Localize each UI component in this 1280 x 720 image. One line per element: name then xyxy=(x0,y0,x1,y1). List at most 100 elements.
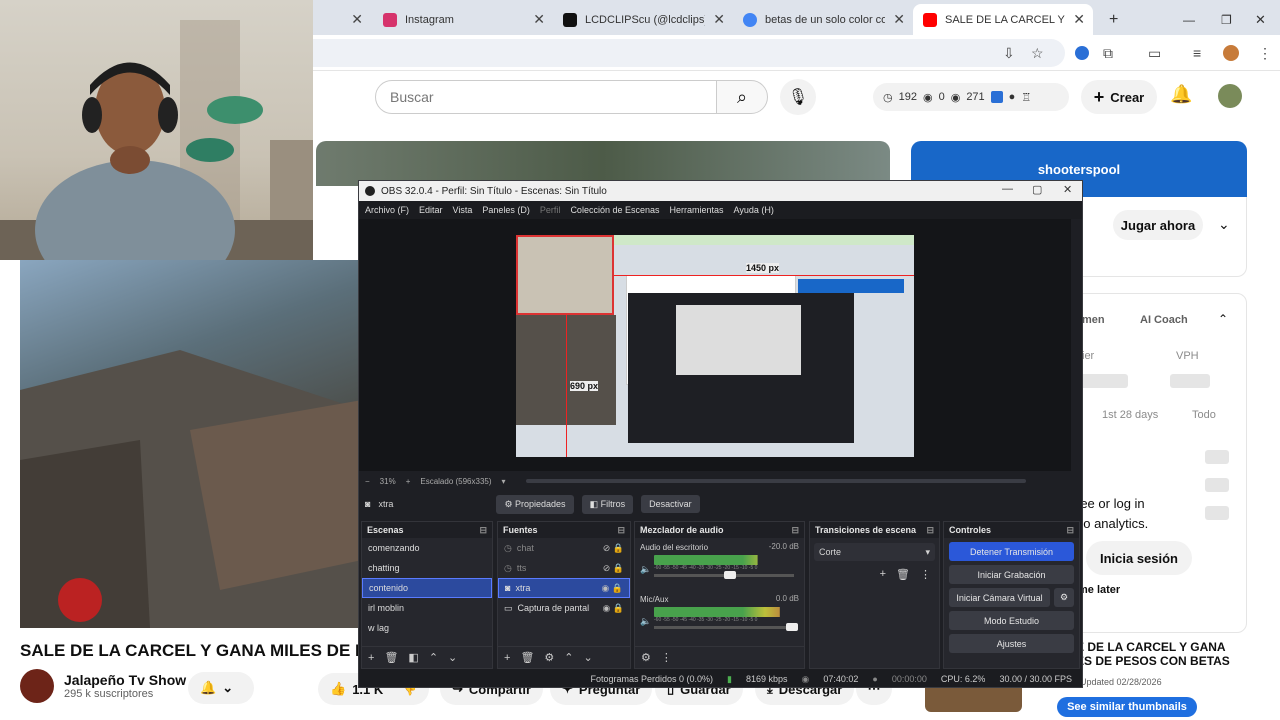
tab-instagram[interactable]: Instagram ✕ xyxy=(373,4,553,35)
gear-icon[interactable]: ⚙ xyxy=(1054,588,1074,607)
scene-item[interactable]: irl moblin xyxy=(362,598,492,618)
chevron-down-icon[interactable]: ▾ xyxy=(502,477,506,486)
channel-avatar[interactable] xyxy=(20,669,54,703)
more-icon[interactable]: ⋮ xyxy=(920,568,931,581)
create-button[interactable]: + Crear xyxy=(1081,80,1157,114)
transition-select[interactable]: Corte ▾ xyxy=(814,543,935,561)
menu-archivo[interactable]: Archivo (F) xyxy=(365,205,409,215)
maximize-icon[interactable]: ▢ xyxy=(1032,183,1042,196)
properties-button[interactable]: ⚙ Propiedades xyxy=(496,494,574,514)
close-tab-icon[interactable]: ✕ xyxy=(351,11,363,28)
tab-google[interactable]: betas de un solo color con ✕ xyxy=(733,4,913,35)
close-tab-icon[interactable]: ✕ xyxy=(893,11,905,28)
menu-paneles[interactable]: Paneles (D) xyxy=(482,205,530,215)
extension-icon[interactable] xyxy=(1075,46,1089,60)
bookmark-star-icon[interactable]: ☆ xyxy=(1031,45,1044,62)
close-tab-icon[interactable]: ✕ xyxy=(533,11,545,28)
later-link[interactable]: me later xyxy=(1078,584,1120,596)
login-button[interactable]: Inicia sesión xyxy=(1086,541,1192,575)
media-icon[interactable]: ≡ xyxy=(1193,45,1201,61)
obs-preview[interactable]: 1450 px 690 px xyxy=(359,219,1071,471)
period-label[interactable]: Todo xyxy=(1192,409,1216,421)
visible-lock-icon[interactable]: ◉ 🔒 xyxy=(602,603,624,614)
trash-icon[interactable]: 🗑 xyxy=(384,651,398,664)
up-icon[interactable]: ⌃ xyxy=(564,651,573,664)
search-input[interactable]: Buscar xyxy=(375,80,717,114)
omnibox[interactable] xyxy=(313,39,1065,67)
tab-previous[interactable]: ✕ xyxy=(313,4,371,35)
close-tab-icon[interactable]: ✕ xyxy=(1073,11,1085,28)
source-item-selected[interactable]: ◙ xtra ◉ 🔒 xyxy=(498,578,630,598)
scene-item[interactable]: chatting xyxy=(362,558,492,578)
panel-tab[interactable]: men xyxy=(1082,314,1105,326)
ai-coach-tab[interactable]: AI Coach xyxy=(1140,314,1188,326)
menu-coleccion[interactable]: Colección de Escenas xyxy=(570,205,659,215)
source-item[interactable]: ◷ tts ⊘ 🔒 xyxy=(498,558,630,578)
avatar[interactable] xyxy=(1218,84,1242,108)
menu-herramientas[interactable]: Herramientas xyxy=(670,205,724,215)
tab-tiktok[interactable]: LCDCLIPScu (@lcdclips) | TikTok ✕ xyxy=(553,4,733,35)
close-icon[interactable]: ✕ xyxy=(1063,183,1072,196)
chevron-up-icon[interactable]: ⌃ xyxy=(1218,312,1228,326)
minimize-icon[interactable]: — xyxy=(1002,183,1013,195)
down-icon[interactable]: ⌄ xyxy=(584,651,593,664)
slider-handle[interactable] xyxy=(786,623,798,631)
filters-button[interactable]: ◧ Filtros xyxy=(581,494,634,514)
maximize-icon[interactable]: ❐ xyxy=(1211,4,1242,35)
start-recording-button[interactable]: Iniciar Grabación xyxy=(949,565,1074,584)
rec-title[interactable]: E DE LA CARCEL Y GANA xyxy=(1076,640,1226,654)
add-icon[interactable]: + xyxy=(368,652,374,664)
virtual-camera-button[interactable]: Iniciar Cámara Virtual xyxy=(949,588,1050,607)
tab-youtube[interactable]: SALE DE LA CARCEL Y GANA ✕ xyxy=(913,4,1093,35)
menu-vista[interactable]: Vista xyxy=(453,205,473,215)
filter-icon[interactable]: ◧ xyxy=(408,651,418,664)
chevron-down-icon[interactable]: ⌄ xyxy=(1218,216,1230,233)
trash-icon[interactable]: 🗑 xyxy=(896,568,910,581)
menu-editar[interactable]: Editar xyxy=(419,205,443,215)
volume-slider[interactable] xyxy=(654,571,794,579)
dock-menu-icon[interactable]: ⊟ xyxy=(926,525,934,536)
up-icon[interactable]: ⌃ xyxy=(429,651,438,664)
gear-icon[interactable]: ⚙ xyxy=(641,651,651,664)
zoom-out-icon[interactable]: − xyxy=(365,477,370,486)
video-player[interactable] xyxy=(20,260,362,628)
minimize-icon[interactable]: — xyxy=(1173,4,1205,35)
notify-button[interactable]: 🔔 ⌄ xyxy=(188,672,254,704)
more-icon[interactable]: ⋮ xyxy=(661,651,672,664)
search-button[interactable]: ⌕ xyxy=(716,80,768,114)
studio-mode-button[interactable]: Modo Estudio xyxy=(949,611,1074,630)
close-window-icon[interactable]: ✕ xyxy=(1245,4,1276,35)
hidden-lock-icon[interactable]: ⊘ 🔒 xyxy=(603,563,624,574)
rec-title[interactable]: ES DE PESOS CON BETAS xyxy=(1076,654,1230,668)
channel-name[interactable]: Jalapeño Tv Show xyxy=(64,672,186,688)
dock-menu-icon[interactable]: ⊟ xyxy=(479,525,487,536)
close-tab-icon[interactable]: ✕ xyxy=(713,11,725,28)
profile-icon[interactable] xyxy=(1223,45,1239,61)
horizontal-scrollbar[interactable] xyxy=(525,479,1026,483)
new-tab-icon[interactable]: + xyxy=(1099,4,1128,35)
scene-item[interactable]: comenzando xyxy=(362,538,492,558)
stats-badge[interactable]: ◷ 192 ◉ 0 ◉ 271 ● ♖ xyxy=(873,83,1069,111)
menu-ayuda[interactable]: Ayuda (H) xyxy=(734,205,774,215)
source-item[interactable]: ◷ chat ⊘ 🔒 xyxy=(498,538,630,558)
add-icon[interactable]: + xyxy=(880,568,886,581)
period-label[interactable]: 1st 28 days xyxy=(1102,409,1158,421)
source-item[interactable]: ▭ Captura de pantal ◉ 🔒 xyxy=(498,598,630,618)
speaker-icon[interactable]: 🔈 xyxy=(640,564,651,575)
menu-perfil[interactable]: Perfil xyxy=(540,205,561,215)
volume-slider[interactable] xyxy=(654,623,798,631)
puzzle-icon[interactable]: ⧉ xyxy=(1103,45,1113,62)
settings-button[interactable]: Ajustes xyxy=(949,634,1074,653)
cast-icon[interactable]: ▭ xyxy=(1148,45,1161,62)
deactivate-button[interactable]: Desactivar xyxy=(641,495,700,513)
notifications-bell-icon[interactable]: 🔔 xyxy=(1170,84,1192,105)
dock-menu-icon[interactable]: ⊟ xyxy=(1066,525,1074,536)
similar-thumbnails-button[interactable]: See similar thumbnails xyxy=(1057,697,1197,717)
hidden-lock-icon[interactable]: ⊘ 🔒 xyxy=(603,543,624,554)
speaker-icon[interactable]: 🔈 xyxy=(640,616,651,627)
scene-item[interactable]: w lag xyxy=(362,618,492,638)
dock-menu-icon[interactable]: ⊟ xyxy=(791,525,799,536)
add-icon[interactable]: + xyxy=(504,652,510,664)
trash-icon[interactable]: 🗑 xyxy=(520,651,534,664)
down-icon[interactable]: ⌄ xyxy=(448,651,457,664)
